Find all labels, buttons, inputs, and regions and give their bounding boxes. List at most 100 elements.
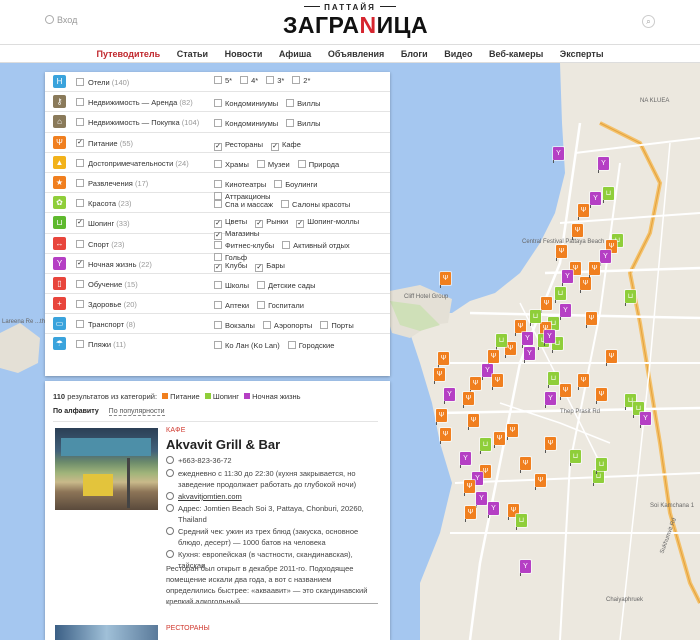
- category-checkbox[interactable]: [76, 78, 84, 86]
- category-checkbox[interactable]: [76, 239, 84, 248]
- map-marker-food[interactable]: Ψ: [438, 352, 449, 368]
- map-marker-food[interactable]: Ψ: [541, 297, 552, 313]
- category-checkbox[interactable]: [76, 279, 84, 288]
- subcategory-checkbox[interactable]: [297, 159, 306, 168]
- map-marker-food[interactable]: Ψ: [436, 409, 447, 425]
- subcategory-option[interactable]: Активный отдых: [282, 240, 350, 252]
- subcategory-checkbox[interactable]: [256, 159, 265, 168]
- map-marker-food[interactable]: Ψ: [578, 204, 589, 220]
- map-marker-night[interactable]: Y: [460, 452, 471, 468]
- subcategory-checkbox[interactable]: [214, 301, 222, 310]
- map-marker-food[interactable]: Ψ: [606, 350, 617, 366]
- category-label[interactable]: Шопинг (33): [88, 219, 130, 228]
- subcategory-option[interactable]: Порты: [320, 320, 354, 332]
- subcategory-checkbox[interactable]: [214, 341, 222, 350]
- subcategory-checkbox[interactable]: ✓: [255, 220, 264, 229]
- subcategory-checkbox[interactable]: [240, 76, 249, 84]
- map-marker-night[interactable]: Y: [600, 250, 611, 266]
- subcategory-option[interactable]: ✓ Бары: [255, 260, 285, 272]
- subcategory-checkbox[interactable]: [214, 179, 222, 188]
- map-marker-food[interactable]: Ψ: [488, 350, 499, 366]
- subcategory-option[interactable]: Городские: [287, 340, 334, 352]
- venue-photo-2[interactable]: [55, 625, 158, 640]
- map-marker-night[interactable]: Y: [640, 412, 651, 428]
- subcategory-checkbox[interactable]: [214, 119, 222, 128]
- category-label[interactable]: Недвижимость — Аренда (82): [88, 98, 193, 107]
- subcategory-checkbox[interactable]: [282, 240, 291, 249]
- subcategory-checkbox[interactable]: ✓: [214, 263, 222, 272]
- category-label[interactable]: Транспорт (8): [88, 320, 135, 329]
- category-label[interactable]: Развлечения (17): [88, 179, 148, 188]
- map-marker-food[interactable]: Ψ: [440, 272, 451, 288]
- map-marker-food[interactable]: Ψ: [464, 480, 475, 496]
- subcategory-option[interactable]: Кинотеатры: [214, 179, 266, 191]
- map-marker-night[interactable]: Y: [545, 392, 556, 408]
- map-marker-food[interactable]: Ψ: [578, 374, 589, 390]
- map-marker-food[interactable]: Ψ: [440, 428, 451, 444]
- category-label[interactable]: Пляжи (11): [88, 340, 126, 349]
- subcategory-checkbox[interactable]: [214, 240, 222, 249]
- subcategory-option[interactable]: Аптеки: [214, 300, 249, 312]
- category-label[interactable]: Обучение (15): [88, 280, 138, 289]
- category-checkbox[interactable]: [76, 320, 84, 329]
- subcategory-checkbox[interactable]: [286, 119, 295, 128]
- category-checkbox[interactable]: ✓: [76, 219, 84, 228]
- subcategory-checkbox[interactable]: [257, 280, 266, 289]
- search-icon[interactable]: ⌕: [642, 15, 655, 28]
- subcategory-option[interactable]: ✓ Цветы: [214, 216, 247, 229]
- category-checkbox[interactable]: [76, 199, 84, 208]
- map-marker-food[interactable]: Ψ: [545, 437, 556, 453]
- map-marker-night[interactable]: Y: [590, 192, 601, 208]
- map-marker-shop[interactable]: ⊔: [548, 372, 559, 388]
- subcategory-option[interactable]: Кондоминиумы: [214, 98, 278, 110]
- nav-item-news[interactable]: Новости: [218, 45, 270, 59]
- map-marker-food[interactable]: Ψ: [465, 506, 476, 522]
- category-label[interactable]: Спорт (23): [88, 240, 125, 249]
- category-checkbox[interactable]: ✓: [76, 138, 84, 147]
- map-marker-night[interactable]: Y: [544, 330, 555, 346]
- subcategory-checkbox[interactable]: [281, 200, 290, 209]
- map-marker-night[interactable]: Y: [476, 492, 487, 508]
- subcategory-checkbox[interactable]: [266, 76, 275, 84]
- map-marker-food[interactable]: Ψ: [463, 392, 474, 408]
- subcategory-checkbox[interactable]: ✓: [214, 142, 222, 151]
- category-checkbox[interactable]: [76, 300, 84, 309]
- category-checkbox[interactable]: ✓: [76, 259, 84, 268]
- subcategory-option[interactable]: 2*: [292, 75, 310, 87]
- map-marker-night[interactable]: Y: [560, 304, 571, 320]
- map-marker-night[interactable]: Y: [598, 157, 609, 173]
- category-label[interactable]: Достопримечательности (24): [88, 159, 189, 168]
- category-label[interactable]: Недвижимость — Покупка (104): [88, 118, 199, 127]
- map-marker-food[interactable]: Ψ: [580, 277, 591, 293]
- subcategory-option[interactable]: ✓ Рестораны: [214, 139, 263, 151]
- sort-popular[interactable]: По популярности: [108, 408, 165, 416]
- subcategory-checkbox[interactable]: ✓: [296, 220, 305, 229]
- map-marker-night[interactable]: Y: [562, 270, 573, 286]
- map-marker-night[interactable]: Y: [520, 560, 531, 576]
- venue-name[interactable]: Akvavit Grill & Bar: [166, 437, 280, 452]
- login-link[interactable]: Вход: [45, 15, 77, 25]
- nav-item-video[interactable]: Видео: [437, 45, 479, 59]
- sort-alphabetical[interactable]: По алфавиту: [53, 408, 99, 415]
- subcategory-checkbox[interactable]: [214, 76, 222, 84]
- map-marker-night[interactable]: Y: [553, 147, 564, 163]
- category-label[interactable]: Ночная жизнь (22): [88, 260, 152, 269]
- map-marker-shop[interactable]: ⊔: [570, 450, 581, 466]
- map-marker-food[interactable]: Ψ: [470, 377, 481, 393]
- nav-item-articles[interactable]: Статьи: [170, 45, 215, 59]
- nav-item-events[interactable]: Афиша: [272, 45, 318, 59]
- subcategory-checkbox[interactable]: [214, 99, 222, 108]
- subcategory-option[interactable]: Салоны красоты: [281, 199, 350, 211]
- map-marker-shop[interactable]: ⊔: [480, 438, 491, 454]
- subcategory-checkbox[interactable]: ✓: [271, 142, 279, 151]
- subcategory-option[interactable]: Кондоминиумы: [214, 118, 278, 130]
- map-marker-food[interactable]: Ψ: [468, 414, 479, 430]
- subcategory-checkbox[interactable]: [257, 301, 266, 310]
- map-marker-shop[interactable]: ⊔: [596, 458, 607, 474]
- subcategory-option[interactable]: Фитнес-клубы: [214, 240, 274, 252]
- map-marker-food[interactable]: Ψ: [507, 424, 518, 440]
- map-marker-food[interactable]: Ψ: [535, 474, 546, 490]
- map-marker-food[interactable]: Ψ: [589, 262, 600, 278]
- subcategory-option[interactable]: ✓ Клубы: [214, 260, 247, 272]
- subcategory-option[interactable]: Природа: [297, 159, 339, 171]
